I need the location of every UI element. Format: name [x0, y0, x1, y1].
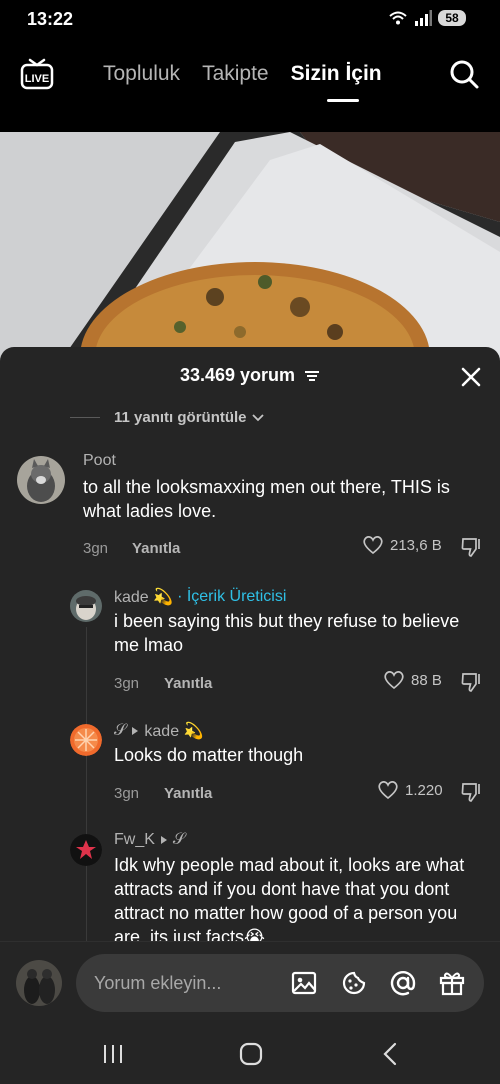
- username-text: kade 💫: [114, 589, 174, 606]
- reply-button[interactable]: Yanıtla: [132, 540, 180, 557]
- battery-indicator: 58: [438, 10, 466, 26]
- comment-item: 𝒮 kade 💫 Looks do matter though 3gn Yanı…: [0, 719, 500, 819]
- avatar-image: [70, 724, 102, 756]
- reply-button[interactable]: Yanıtla: [164, 785, 212, 802]
- comment-item: Fw_K 𝒮 Idk why people mad about it, look…: [0, 829, 500, 949]
- reply-to-username[interactable]: 𝒮: [173, 831, 185, 849]
- emoji-icon[interactable]: [340, 969, 368, 997]
- avatar[interactable]: [70, 590, 102, 622]
- creator-badge: · İçerik Üreticisi: [177, 588, 287, 605]
- close-icon[interactable]: [460, 366, 482, 388]
- like-count: 213,6 B: [390, 536, 442, 554]
- username-text: 𝒮: [114, 722, 127, 739]
- comment-text: Idk why people mad about it, looks are w…: [114, 855, 465, 947]
- comment-time: 3gn: [114, 785, 140, 802]
- username-text: Fw_K: [114, 831, 155, 848]
- view-replies-label: 11 yanıtı görüntüle: [114, 409, 247, 426]
- comment-text: to all the looksmaxxing men out there, T…: [83, 477, 450, 521]
- avatar-image: [70, 834, 102, 866]
- home-icon[interactable]: [238, 1041, 264, 1067]
- comment-input[interactable]: [94, 968, 284, 998]
- comment-time: 3gn: [114, 675, 140, 692]
- like-count: 1.220: [405, 781, 443, 799]
- like-count: 88 B: [411, 671, 442, 689]
- status-time: 13:22: [27, 9, 74, 29]
- wifi-icon: [389, 11, 407, 25]
- status-icons: 58: [388, 10, 466, 26]
- avatar-image: [16, 960, 62, 1006]
- recent-apps-icon[interactable]: [100, 1041, 126, 1067]
- comments-count-title: 33.469 yorum: [0, 365, 500, 386]
- comment-item: Poot to all the looksmaxxing men out the…: [0, 449, 500, 569]
- comment-text: i been saying this but they refuse to be…: [114, 611, 460, 655]
- reply-arrow-icon: [160, 836, 167, 844]
- live-icon[interactable]: LIVE: [20, 58, 54, 90]
- like-button[interactable]: 1.220: [377, 780, 443, 800]
- dislike-icon[interactable]: [460, 670, 484, 694]
- feed-tabs: Topluluk Takipte Sizin İçin: [103, 62, 382, 102]
- dislike-icon[interactable]: [460, 535, 484, 559]
- heart-icon: [384, 671, 404, 690]
- video-frame-image: [0, 132, 500, 362]
- avatar-image: [17, 456, 65, 504]
- reply-arrow-icon: [132, 727, 139, 735]
- like-button[interactable]: 213,6 B: [362, 535, 442, 555]
- reply-button[interactable]: Yanıtla: [164, 675, 212, 692]
- dislike-icon[interactable]: [460, 780, 484, 804]
- comments-count: 33.469 yorum: [179, 365, 296, 385]
- search-icon[interactable]: [448, 58, 480, 90]
- avatar[interactable]: [17, 456, 65, 504]
- gift-icon[interactable]: [438, 969, 466, 997]
- sheet-header: 33.469 yorum: [0, 347, 500, 403]
- back-icon[interactable]: [378, 1041, 404, 1067]
- comment-username[interactable]: 𝒮 kade 💫: [114, 721, 203, 741]
- avatar-image: [70, 590, 102, 622]
- mention-icon[interactable]: [389, 969, 417, 997]
- comment-username[interactable]: Fw_K 𝒮: [114, 831, 185, 849]
- video-preview[interactable]: [0, 132, 500, 362]
- chevron-down-icon: [251, 413, 264, 421]
- status-bar: 13:22 58: [0, 0, 500, 40]
- system-nav-bar: [0, 1029, 500, 1084]
- heart-icon: [363, 536, 383, 555]
- avatar[interactable]: [70, 834, 102, 866]
- like-button[interactable]: 88 B: [383, 670, 442, 690]
- comment-text: Looks do matter though: [114, 745, 304, 765]
- comment-input-bar: [0, 941, 500, 1029]
- comment-item: kade 💫 · İçerik Üreticisi i been saying …: [0, 585, 500, 695]
- image-icon[interactable]: [290, 969, 318, 997]
- comment-username[interactable]: Poot: [83, 452, 116, 470]
- username-text: Poot: [83, 452, 116, 469]
- sort-filter-icon[interactable]: [304, 369, 320, 383]
- divider: [70, 417, 100, 418]
- reply-to-username[interactable]: kade 💫: [144, 721, 203, 741]
- comment-username[interactable]: kade 💫 · İçerik Üreticisi: [114, 587, 286, 607]
- tab-for-you[interactable]: Sizin İçin: [291, 62, 382, 102]
- svg-text:LIVE: LIVE: [25, 73, 49, 85]
- avatar[interactable]: [70, 724, 102, 756]
- avatar: [16, 960, 62, 1006]
- comment-time: 3gn: [83, 540, 109, 557]
- heart-icon: [378, 781, 398, 800]
- tab-following[interactable]: Takipte: [202, 62, 269, 86]
- tab-community[interactable]: Topluluk: [103, 62, 180, 86]
- top-navigation: LIVE Topluluk Takipte Sizin İçin: [0, 40, 500, 132]
- signal-icon: [415, 10, 432, 26]
- comment-input-container[interactable]: [76, 954, 484, 1012]
- view-replies-button[interactable]: 11 yanıtı görüntüle: [70, 409, 265, 426]
